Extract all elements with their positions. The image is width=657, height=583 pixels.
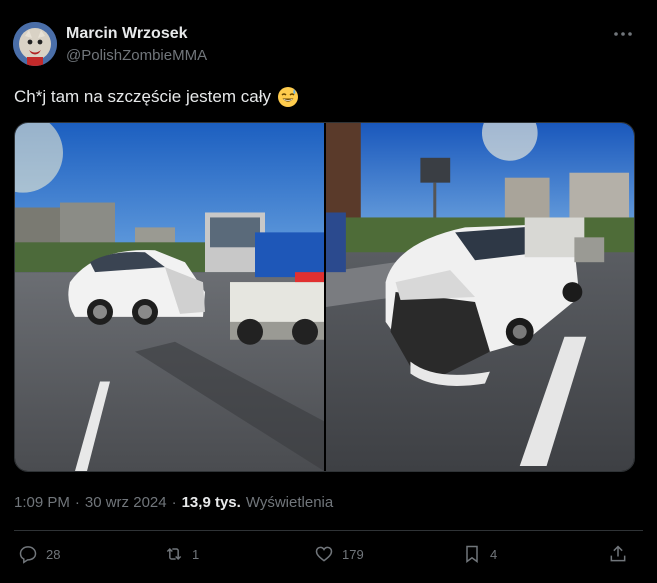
bookmark-icon [462,544,482,564]
repost-icon [164,544,184,564]
author-display-name[interactable]: Marcin Wrzosek [66,25,188,43]
author-handle[interactable]: @PolishZombieMMA [66,47,207,64]
reply-button[interactable]: 28 [18,544,60,564]
avatar[interactable] [13,22,57,66]
photo-crash-tow-truck[interactable] [15,123,324,471]
meta-separator: · [74,494,80,511]
share-icon [608,544,628,564]
divider [14,530,643,531]
tweet-text-content: Ch*j tam na szczęście jestem cały [14,87,271,106]
heart-icon [314,544,334,564]
tweet-time[interactable]: 1:09 PM [14,494,70,511]
reply-icon [18,544,38,564]
reply-count: 28 [46,546,61,562]
media-container[interactable] [14,122,635,472]
views-label: Wyświetlenia [245,494,334,511]
meta-separator: · [171,494,177,511]
tweet-date[interactable]: 30 wrz 2024 [85,494,167,511]
bookmark-count: 4 [490,546,498,562]
like-count: 179 [342,546,364,562]
sweat-smile-emoji-icon [277,86,299,108]
share-button[interactable] [608,544,628,564]
photo-crash-front-damage[interactable] [326,123,634,471]
action-bar: 28 1 179 4 [14,540,643,572]
views-count: 13,9 tys. [181,494,241,511]
tweet-meta: 1:09 PM · 30 wrz 2024 · 13,9 tys. Wyświe… [14,494,333,511]
tweet-card: Marcin Wrzosek @PolishZombieMMA Ch*j tam… [0,0,657,583]
more-options-icon[interactable] [611,24,635,44]
repost-button[interactable]: 1 [164,544,199,564]
tweet-text: Ch*j tam na szczęście jestem cały [14,86,299,108]
bookmark-button[interactable]: 4 [462,544,497,564]
like-button[interactable]: 179 [314,544,364,564]
repost-count: 1 [192,546,200,562]
